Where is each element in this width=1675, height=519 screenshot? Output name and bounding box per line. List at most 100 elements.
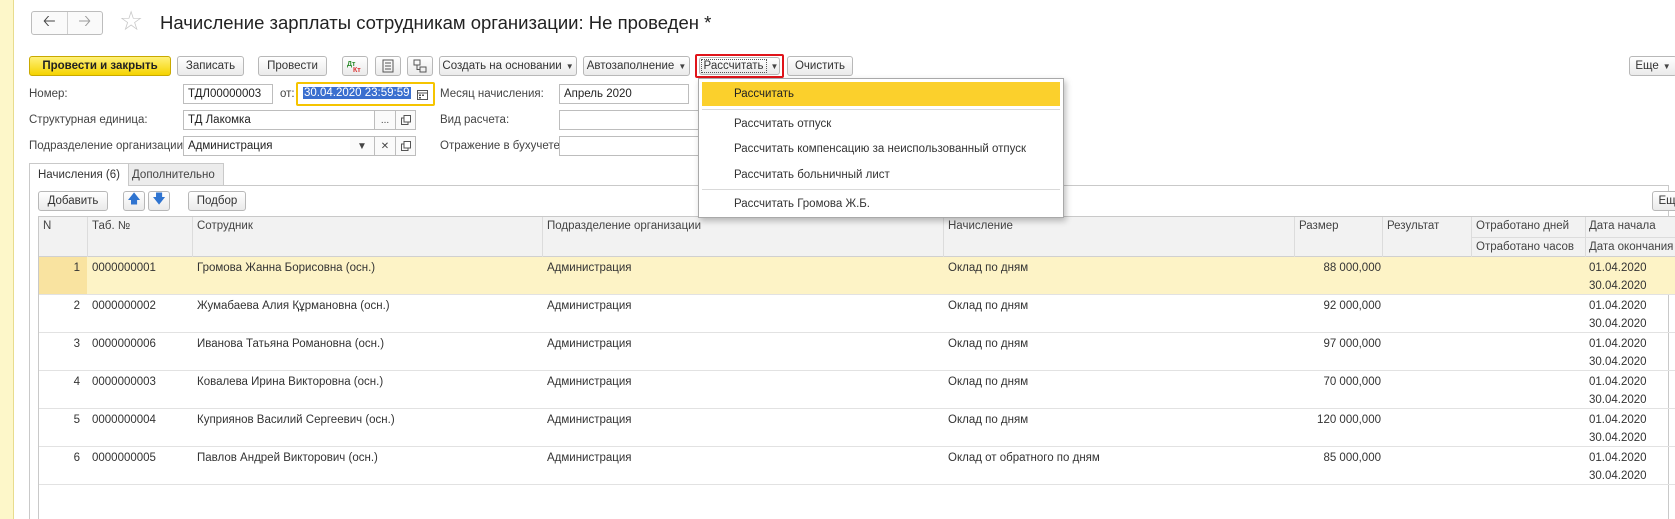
save-button[interactable]: Записать: [177, 56, 244, 76]
column-header-days-worked[interactable]: Отработано дней: [1476, 220, 1569, 232]
accrual-month-field[interactable]: Апрель 2020: [559, 84, 689, 104]
tab-additional[interactable]: Дополнительно: [123, 163, 224, 185]
dropdown-caret-icon: ▼: [1662, 61, 1671, 71]
row-employee: Иванова Татьяна Романовна (осн.): [197, 338, 385, 350]
structural-unit-select-button[interactable]: ...: [374, 110, 396, 130]
date-value: 30.04.2020 23:59:59: [303, 87, 411, 99]
menu-item-calculate-compensation[interactable]: Рассчитать компенсацию за неиспользованн…: [702, 137, 1060, 161]
autofill-label: Автозаполнение: [586, 60, 675, 72]
pick-button[interactable]: Подбор: [188, 191, 246, 211]
calculate-highlight-frame: [695, 54, 784, 78]
favorite-star-icon[interactable]: ☆: [119, 8, 143, 35]
table-row[interactable]: 6 0000000005 Павлов Андрей Викторович (о…: [39, 447, 1675, 485]
post-button[interactable]: Провести: [258, 56, 327, 76]
row-department: Администрация: [547, 338, 632, 350]
accounting-field[interactable]: [559, 136, 699, 156]
open-link-icon[interactable]: [395, 136, 416, 156]
row-tab-number: 0000000003: [92, 376, 156, 388]
row-department: Администрация: [547, 262, 632, 274]
row-accrual: Оклад от обратного по дням: [948, 452, 1100, 464]
dt-kt-journal-icon[interactable]: Дт Кт: [342, 56, 368, 76]
dept-field[interactable]: Администрация: [183, 136, 375, 156]
table-row[interactable]: 4 0000000003 Ковалева Ирина Викторовна (…: [39, 371, 1675, 409]
page-title: Начисление зарплаты сотрудникам организа…: [160, 12, 712, 33]
more-button[interactable]: Еще ▼: [1629, 56, 1675, 76]
row-size: 120 000,000: [1317, 414, 1381, 426]
column-header-tab-number[interactable]: Таб. №: [92, 220, 130, 232]
row-number: 1: [73, 262, 80, 274]
table-row[interactable]: 2 0000000002 Жумабаева Алия Құрмановна (…: [39, 295, 1675, 333]
column-header-department[interactable]: Подразделение организации: [547, 220, 701, 232]
row-accrual: Оклад по дням: [948, 376, 1029, 388]
row-size: 88 000,000: [1323, 262, 1381, 274]
table-row[interactable]: 1 0000000001 Громова Жанна Борисовна (ос…: [39, 257, 1675, 295]
row-employee: Куприянов Василий Сергеевич (осн.): [197, 414, 395, 426]
column-header-size[interactable]: Размер: [1299, 220, 1339, 232]
row-start-date: 01.04.2020: [1589, 452, 1647, 464]
clear-button[interactable]: Очистить: [787, 56, 853, 76]
post-and-close-button[interactable]: Провести и закрыть: [29, 56, 171, 76]
dropdown-caret-icon[interactable]: ▼: [350, 136, 375, 156]
row-tab-number: 0000000001: [92, 262, 156, 274]
menu-item-calculate-vacation[interactable]: Рассчитать отпуск: [702, 112, 1060, 136]
row-start-date: 01.04.2020: [1589, 300, 1647, 312]
calc-type-field[interactable]: [559, 110, 699, 130]
table-row[interactable]: 5 0000000004 Куприянов Василий Сергеевич…: [39, 409, 1675, 447]
row-end-date: 30.04.2020: [1589, 394, 1647, 406]
row-number: 2: [73, 300, 80, 312]
back-arrow-icon[interactable]: 🡠: [32, 12, 67, 34]
row-tab-number: 0000000004: [92, 414, 156, 426]
table-row[interactable]: 3 0000000006 Иванова Татьяна Романовна (…: [39, 333, 1675, 371]
row-employee: Ковалева Ирина Викторовна (осн.): [197, 376, 384, 388]
menu-item-calculate-sick-leave[interactable]: Рассчитать больничный лист: [702, 163, 1060, 187]
open-link-icon[interactable]: [395, 110, 416, 130]
row-size: 97 000,000: [1323, 338, 1381, 350]
column-header-start-date[interactable]: Дата начала: [1589, 220, 1656, 232]
move-up-arrow-icon[interactable]: 🡅: [123, 191, 145, 211]
row-accrual: Оклад по дням: [948, 338, 1029, 350]
row-department: Администрация: [547, 452, 632, 464]
column-header-n[interactable]: N: [43, 220, 51, 232]
autofill-button[interactable]: Автозаполнение ▼: [583, 56, 690, 76]
create-based-on-label: Создать на основании: [442, 60, 562, 72]
move-down-arrow-icon[interactable]: 🡇: [148, 191, 170, 211]
tab-accruals[interactable]: Начисления (6): [29, 163, 129, 186]
row-size: 70 000,000: [1323, 376, 1381, 388]
more-label: Еще: [1635, 60, 1659, 72]
calendar-icon[interactable]: [411, 84, 433, 104]
row-number: 5: [73, 414, 80, 426]
column-header-employee[interactable]: Сотрудник: [197, 220, 253, 232]
table-more-button[interactable]: Ещ: [1652, 191, 1675, 211]
menu-item-calculate[interactable]: Рассчитать: [702, 82, 1060, 106]
column-header-end-date[interactable]: Дата окончания: [1589, 241, 1673, 253]
row-employee: Павлов Андрей Викторович (осн.): [197, 452, 378, 464]
row-tab-number: 0000000002: [92, 300, 156, 312]
header-subdivider: [1472, 237, 1675, 238]
menu-separator: [702, 109, 1060, 110]
structural-unit-field[interactable]: ТД Лакомка: [183, 110, 375, 130]
row-department: Администрация: [547, 300, 632, 312]
report-list-icon[interactable]: [375, 56, 401, 76]
forward-arrow-icon[interactable]: 🡢: [66, 12, 103, 34]
dropdown-caret-icon: ▼: [678, 61, 687, 71]
column-header-hours-worked[interactable]: Отработано часов: [1476, 241, 1574, 253]
navigation-group: 🡠 🡢: [31, 11, 103, 35]
structure-icon[interactable]: [407, 56, 433, 76]
row-start-date: 01.04.2020: [1589, 262, 1647, 274]
number-field[interactable]: ТДЛ00000003: [183, 84, 273, 104]
add-row-button[interactable]: Добавить: [38, 191, 108, 211]
row-size: 85 000,000: [1323, 452, 1381, 464]
row-number: 4: [73, 376, 80, 388]
row-end-date: 30.04.2020: [1589, 470, 1647, 482]
dept-label: Подразделение организации:: [29, 140, 187, 152]
menu-separator: [702, 189, 1060, 190]
column-divider: [87, 217, 88, 257]
column-header-accrual[interactable]: Начисление: [948, 220, 1013, 232]
clear-x-icon[interactable]: ✕: [374, 136, 396, 156]
accounting-label: Отражение в бухучете:: [440, 140, 564, 152]
row-tab-number: 0000000005: [92, 452, 156, 464]
structural-unit-label: Структурная единица:: [29, 114, 148, 126]
menu-item-calculate-gromova[interactable]: Рассчитать Громова Ж.Б.: [702, 192, 1060, 216]
column-header-result[interactable]: Результат: [1387, 220, 1439, 232]
create-based-on-button[interactable]: Создать на основании ▼: [439, 56, 577, 76]
